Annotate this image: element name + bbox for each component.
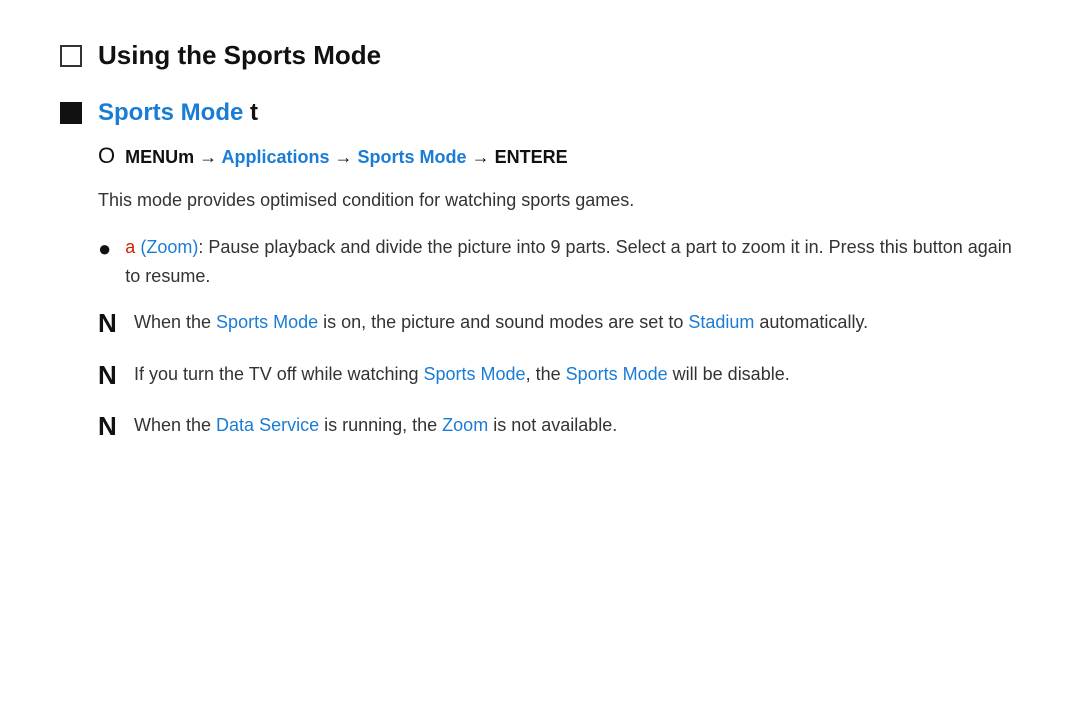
bullet-main-text: : Pause playback and divide the picture … (125, 237, 1012, 286)
section-title-blue: Sports Mode (98, 99, 243, 126)
note3-before: When the (134, 415, 216, 435)
note-text-2: If you turn the TV off while watching Sp… (134, 360, 790, 389)
entere-label: ENTERE (495, 147, 568, 167)
menu-label: MENUm (125, 147, 194, 167)
bullet-zoom-link: (Zoom) (140, 237, 198, 257)
section-title: Sports Mode t (98, 99, 258, 127)
note-n-icon-2: N (98, 360, 120, 391)
note-text-3: When the Data Service is running, the Zo… (134, 411, 617, 440)
note1-link1: Sports Mode (216, 312, 318, 332)
note-item-2: N If you turn the TV off while watching … (98, 360, 1020, 391)
filled-square-icon (60, 102, 82, 124)
note1-link2: Stadium (688, 312, 754, 332)
bullet-red-label: a (125, 237, 135, 257)
note3-link2: Zoom (442, 415, 488, 435)
note2-middle: , the (526, 364, 566, 384)
note2-link2: Sports Mode (566, 364, 668, 384)
bullet-item: ● a (Zoom): Pause playback and divide th… (98, 233, 1020, 291)
bullet-text: a (Zoom): Pause playback and divide the … (125, 233, 1020, 291)
note-text-1: When the Sports Mode is on, the picture … (134, 308, 868, 337)
menu-path-text: MENUm → Applications → Sports Mode → ENT… (125, 147, 567, 168)
note-n-icon-1: N (98, 308, 120, 339)
note-item-3: N When the Data Service is running, the … (98, 411, 1020, 442)
page-title-row: Using the Sports Mode (60, 40, 1020, 71)
arrow1: → (199, 147, 221, 167)
note1-middle: is on, the picture and sound modes are s… (318, 312, 688, 332)
note3-link1: Data Service (216, 415, 319, 435)
note2-after: will be disable. (668, 364, 790, 384)
note2-link1: Sports Mode (424, 364, 526, 384)
page-title: Using the Sports Mode (98, 40, 381, 71)
section-heading-row: Sports Mode t (60, 99, 1020, 127)
note1-after: automatically. (754, 312, 868, 332)
note-n-icon-3: N (98, 411, 120, 442)
bullet-dot-icon: ● (98, 234, 111, 265)
description-text: This mode provides optimised condition f… (98, 186, 1020, 215)
arrow2: → (335, 147, 358, 167)
note1-before: When the (134, 312, 216, 332)
menu-path-row: O MENUm → Applications → Sports Mode → E… (98, 145, 1020, 168)
note3-middle: is running, the (319, 415, 442, 435)
checkbox-icon (60, 45, 82, 67)
circle-o-icon: O (98, 145, 115, 167)
sports-mode-link-menu: Sports Mode (358, 147, 467, 167)
applications-link: Applications (222, 147, 330, 167)
note3-after: is not available. (488, 415, 617, 435)
arrow3: → (472, 147, 495, 167)
note-item-1: N When the Sports Mode is on, the pictur… (98, 308, 1020, 339)
note2-before: If you turn the TV off while watching (134, 364, 424, 384)
section-title-suffix: t (243, 99, 258, 126)
